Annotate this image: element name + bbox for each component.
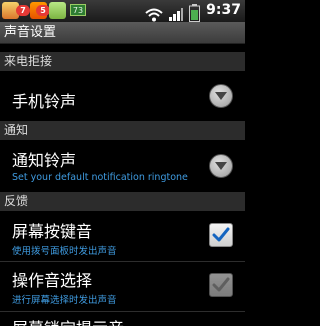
- audible-touch-tones-row[interactable]: 屏幕按键音 使用拨号面板时发出声音: [0, 212, 245, 260]
- dropdown-icon[interactable]: [209, 154, 233, 178]
- page-title: 声音设置: [0, 22, 245, 44]
- audible-touch-tones-title: 屏幕按键音: [12, 222, 93, 241]
- battery-icon: [189, 4, 200, 22]
- audible-touch-tones-checkbox[interactable]: [209, 223, 233, 247]
- screen-lock-sounds-title: 屏幕锁定提示音: [12, 315, 124, 326]
- notification-badge: 5: [36, 5, 50, 16]
- audible-selection-title: 操作音选择: [12, 271, 93, 290]
- notification-ringtone-row[interactable]: 通知铃声 Set your default notification ringt…: [0, 141, 245, 191]
- audible-selection-row[interactable]: 操作音选择 进行屏幕选择时发出声音: [0, 262, 245, 310]
- notification-ringtone-summary: Set your default notification ringtone: [12, 172, 188, 183]
- clock-time: 9:37: [206, 2, 241, 18]
- screen-lock-sounds-row[interactable]: 屏幕锁定提示音: [0, 312, 245, 326]
- ringtone-row[interactable]: 手机铃声: [0, 72, 245, 120]
- audible-touch-tones-summary: 使用拨号面板时发出声音: [12, 246, 117, 257]
- section-header-notification: 通知: [0, 121, 245, 140]
- audible-selection-summary: 进行屏幕选择时发出声音: [12, 295, 117, 306]
- audible-selection-checkbox[interactable]: [209, 273, 233, 297]
- notification-badge: 7: [16, 5, 30, 16]
- dropdown-icon[interactable]: [209, 84, 233, 108]
- notification-icon: [49, 2, 66, 19]
- section-header-feedback: 反馈: [0, 192, 245, 211]
- battery-icon: 73: [70, 4, 86, 16]
- section-header-incoming-call: 来电拒接: [0, 52, 245, 71]
- ringtone-title: 手机铃声: [12, 92, 77, 111]
- status-bar: 7 5 73 9:37: [0, 0, 245, 22]
- notification-ringtone-title: 通知铃声: [12, 151, 77, 170]
